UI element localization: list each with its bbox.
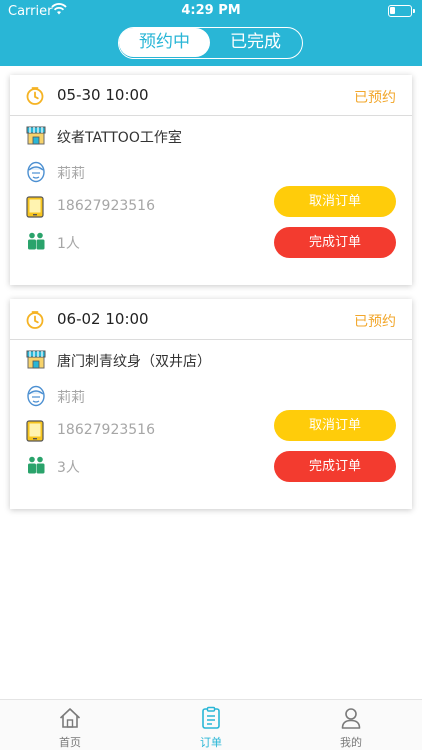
cancel-order-button[interactable]: 取消订单 — [274, 186, 396, 217]
shop-icon — [26, 126, 46, 145]
artist-icon — [27, 385, 45, 407]
order-card-header: 05-30 10:00 已预约 — [10, 75, 412, 116]
people-icon — [28, 456, 45, 474]
phone-icon — [26, 196, 44, 218]
tab-mine-label: 我的 — [340, 736, 362, 749]
phone-icon — [26, 420, 44, 442]
tab-completed[interactable]: 已完成 — [210, 28, 301, 57]
home-icon — [59, 708, 81, 728]
artist-icon — [27, 161, 45, 183]
tab-home[interactable]: 首页 — [10, 700, 130, 750]
shop-icon — [26, 350, 46, 369]
tab-home-label: 首页 — [59, 736, 81, 749]
complete-order-button[interactable]: 完成订单 — [274, 451, 396, 482]
shop-name: 纹者TATTOO工作室 — [57, 130, 182, 146]
tab-mine[interactable]: 我的 — [291, 700, 411, 750]
order-status-switch: 预约中 已完成 — [118, 27, 303, 59]
user-icon — [341, 708, 361, 729]
artist-name: 莉莉 — [57, 166, 85, 182]
people-count: 1人 — [57, 236, 80, 252]
header-bar: Carrier 4:29 PM 预约中 已完成 — [0, 0, 422, 66]
shop-name: 唐门刺青纹身（双井店） — [57, 354, 211, 370]
battery-icon — [388, 5, 415, 17]
clock-icon — [26, 87, 44, 105]
tab-booked[interactable]: 预约中 — [119, 28, 210, 57]
status-bar: Carrier 4:29 PM — [0, 0, 422, 22]
order-status-label: 已预约 — [354, 314, 396, 330]
tab-orders-label: 订单 — [200, 736, 222, 749]
order-card-header: 06-02 10:00 已预约 — [10, 299, 412, 340]
bottom-tab-bar: 首页 订单 我的 — [0, 699, 422, 750]
people-count: 3人 — [57, 460, 80, 476]
status-time: 4:29 PM — [181, 3, 241, 18]
clock-icon — [26, 311, 44, 329]
tab-orders[interactable]: 订单 — [151, 700, 271, 750]
phone-number: 18627923516 — [57, 198, 155, 214]
artist-name: 莉莉 — [57, 390, 85, 406]
cancel-order-button[interactable]: 取消订单 — [274, 410, 396, 441]
order-datetime: 06-02 10:00 — [57, 310, 149, 328]
order-card: 05-30 10:00 已预约 纹者TATTOO工作室 莉莉 186279235… — [10, 75, 412, 285]
order-datetime: 05-30 10:00 — [57, 86, 149, 104]
complete-order-button[interactable]: 完成订单 — [274, 227, 396, 258]
order-status-label: 已预约 — [354, 90, 396, 106]
order-card: 06-02 10:00 已预约 唐门刺青纹身（双井店） 莉莉 186279235… — [10, 299, 412, 509]
phone-number: 18627923516 — [57, 422, 155, 438]
orders-icon — [202, 706, 220, 729]
people-icon — [28, 232, 45, 250]
